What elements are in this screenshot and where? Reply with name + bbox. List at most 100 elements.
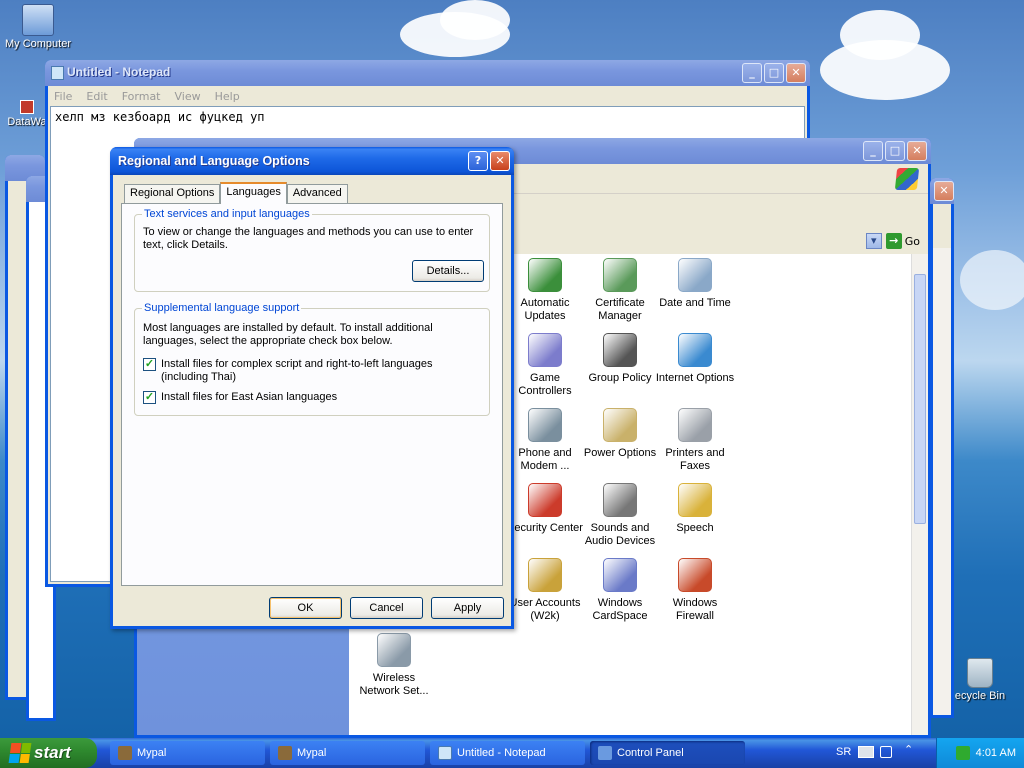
notepad-icon [51, 66, 64, 80]
system-tray: 4:01 AM [936, 738, 1024, 768]
cp-item-label: Internet Options [655, 372, 735, 384]
cancel-button[interactable]: Cancel [350, 597, 423, 619]
menu-edit[interactable]: Edit [86, 90, 107, 103]
cp-item-printer[interactable]: Printers and Faxes [655, 408, 735, 473]
bg-close-button[interactable]: ✕ [934, 181, 954, 201]
cp-item-shield[interactable]: Security Center [505, 483, 585, 535]
cp-close-button[interactable]: ✕ [907, 141, 927, 161]
task-mypal-2[interactable]: Mypal [270, 741, 425, 765]
cp-minimize-button[interactable]: _ [863, 141, 883, 161]
supplemental-language-group: Supplemental language support Most langu… [134, 302, 490, 416]
cp-item-label: Power Options [583, 447, 657, 459]
windows-logo-icon [528, 258, 562, 292]
cp-item-label: Windows CardSpace [592, 597, 648, 622]
recycle-bin-icon [967, 658, 993, 688]
cp-item-label: Game Controllers [518, 372, 572, 397]
address-dropdown-button[interactable]: ▾ [865, 233, 882, 249]
text-services-description: To view or change the languages and meth… [143, 226, 474, 251]
notepad-menubar: File Edit Format View Help [48, 86, 807, 106]
go-button[interactable]: → Go [885, 233, 920, 249]
cp-item-firewall[interactable]: Windows Firewall [655, 558, 735, 623]
dialog-tabs: Regional Options Languages Advanced [124, 182, 348, 204]
menu-format[interactable]: Format [122, 90, 161, 103]
cp-scroll-thumb[interactable] [914, 274, 926, 524]
shield-icon [528, 483, 562, 517]
close-button[interactable]: ✕ [786, 63, 806, 83]
cp-item-power[interactable]: Power Options [580, 408, 660, 460]
cp-item-speaker[interactable]: Sounds and Audio Devices [580, 483, 660, 548]
cp-item-phone[interactable]: Phone and Modem ... [505, 408, 585, 473]
phone-icon [528, 408, 562, 442]
cp-item-certificate[interactable]: Certificate Manager [580, 258, 660, 323]
cp-item-cardspace[interactable]: Windows CardSpace [580, 558, 660, 623]
keyboard-icon[interactable] [858, 746, 874, 758]
supplemental-legend: Supplemental language support [142, 302, 302, 314]
text-services-group: Text services and input languages To vie… [134, 208, 490, 292]
cp-item-speech[interactable]: Speech [655, 483, 735, 535]
cardspace-icon [603, 558, 637, 592]
cp-item-label: Automatic Updates [520, 297, 570, 322]
firewall-icon [678, 558, 712, 592]
east-asian-checkbox-row[interactable]: ✓ Install files for East Asian languages [143, 391, 337, 404]
cp-item-globe[interactable]: Internet Options [655, 333, 735, 385]
cp-item-clock[interactable]: Date and Time [655, 258, 735, 310]
details-button[interactable]: Details... [412, 260, 484, 282]
clock[interactable]: 4:01 AM [976, 747, 1016, 759]
complex-script-label: Install files for complex script and rig… [161, 358, 433, 383]
cp-item-label: Phone and Modem ... [518, 447, 572, 472]
menu-file[interactable]: File [54, 90, 72, 103]
task-control-panel[interactable]: Control Panel [590, 741, 745, 765]
cp-item-user-keys[interactable]: User Accounts (W2k) [505, 558, 585, 623]
apply-button[interactable]: Apply [431, 597, 504, 619]
cp-item-label: Wireless Network Set... [359, 672, 429, 697]
speech-icon [678, 483, 712, 517]
certificate-icon [603, 258, 637, 292]
chevron-up-icon[interactable]: ⌃ [904, 743, 913, 756]
desktop-icon-recycle-bin[interactable]: ecycle Bin [945, 658, 1015, 702]
group-policy-icon [603, 333, 637, 367]
maximize-button[interactable]: □ [764, 63, 784, 83]
help-button[interactable]: ? [468, 151, 488, 171]
cp-item-label: Date and Time [659, 297, 731, 309]
regional-language-dialog[interactable]: Regional and Language Options ? ✕ Region… [110, 147, 514, 629]
complex-script-checkbox-row[interactable]: ✓ Install files for complex script and r… [143, 358, 481, 384]
windows-flag-icon [8, 743, 32, 763]
cp-item-gamepad[interactable]: Game Controllers [505, 333, 585, 398]
language-indicator[interactable]: SR [836, 746, 851, 758]
cp-vertical-scrollbar[interactable] [911, 254, 928, 735]
east-asian-label: Install files for East Asian languages [161, 391, 338, 403]
background-window-right[interactable]: ✕ [930, 178, 954, 718]
menu-help[interactable]: Help [215, 90, 240, 103]
tab-advanced[interactable]: Advanced [286, 184, 348, 203]
network-tray-icon[interactable] [955, 746, 970, 760]
menu-view[interactable]: View [175, 90, 201, 103]
desktop-icon-my-computer[interactable]: My Computer [3, 4, 73, 50]
printer-icon [678, 408, 712, 442]
east-asian-checkbox[interactable]: ✓ [143, 391, 156, 404]
tab-regional-options[interactable]: Regional Options [124, 184, 221, 203]
windows-logo-icon [894, 168, 920, 190]
power-icon [603, 408, 637, 442]
cp-item-windows-logo[interactable]: Automatic Updates [505, 258, 585, 323]
text-services-legend: Text services and input languages [142, 208, 312, 220]
cp-maximize-button[interactable]: □ [885, 141, 905, 161]
dialog-close-button[interactable]: ✕ [490, 151, 510, 171]
dialog-titlebar[interactable]: Regional and Language Options ? ✕ [110, 147, 514, 175]
task-notepad[interactable]: Untitled - Notepad [430, 741, 585, 765]
ok-button[interactable]: OK [269, 597, 342, 619]
cp-item-label: Group Policy [588, 372, 652, 384]
languages-tab-panel: Text services and input languages To vie… [121, 203, 503, 586]
cp-item-wireless[interactable]: Wireless Network Set... [354, 633, 434, 698]
supplemental-description: Most languages are installed by default.… [143, 322, 433, 347]
cp-item-label: Windows Firewall [672, 597, 718, 622]
task-mypal-1[interactable]: Mypal [110, 741, 265, 765]
cp-item-group-policy[interactable]: Group Policy [580, 333, 660, 385]
help-tray-icon[interactable] [880, 746, 892, 758]
start-button[interactable]: start [0, 738, 97, 768]
taskbar: start Mypal Mypal Untitled - Notepad Con… [0, 738, 1024, 768]
minimize-button[interactable]: _ [742, 63, 762, 83]
tab-languages[interactable]: Languages [220, 182, 287, 204]
cp-item-label: Speech [676, 522, 714, 534]
complex-script-checkbox[interactable]: ✓ [143, 358, 156, 371]
notepad-titlebar[interactable]: Untitled - Notepad _ □ ✕ [45, 60, 810, 86]
